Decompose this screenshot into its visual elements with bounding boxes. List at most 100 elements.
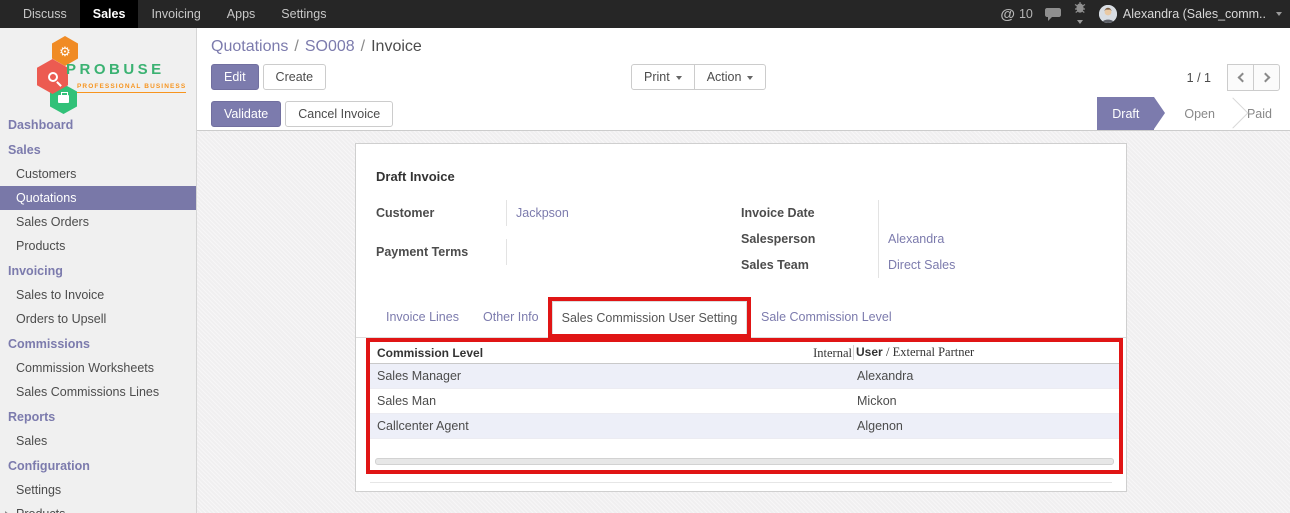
- customer-label: Customer: [376, 200, 506, 226]
- chevron-left-icon: [1237, 73, 1247, 83]
- sidebar-heading-dashboard[interactable]: Dashboard: [0, 112, 196, 137]
- notebook-tabs: Invoice Lines Other Info Sales Commissio…: [356, 297, 1126, 338]
- menu-invoicing[interactable]: Invoicing: [138, 0, 213, 28]
- menu-apps[interactable]: Apps: [214, 0, 269, 28]
- red-annotation-box-table: Commission Level Internal User / Externa…: [366, 338, 1123, 474]
- pager-previous-button[interactable]: [1227, 64, 1254, 91]
- content-area: Draft Invoice Customer Jackpson Payment …: [197, 131, 1290, 513]
- sidebar-item-sales-report[interactable]: Sales: [0, 429, 196, 453]
- sidebar-item-commission-worksheets[interactable]: Commission Worksheets: [0, 356, 196, 380]
- chat-icon[interactable]: [1045, 8, 1061, 21]
- sidebar-item-sales-to-invoice[interactable]: Sales to Invoice: [0, 283, 196, 307]
- cancel-invoice-button[interactable]: Cancel Invoice: [285, 101, 393, 127]
- pager-text: 1 / 1: [1187, 71, 1211, 85]
- sidebar-item-config-products[interactable]: Products: [0, 502, 196, 513]
- cell-commission-level[interactable]: Sales Man: [370, 394, 853, 408]
- table-body: Sales Manager Alexandra Sales Man Mickon…: [370, 364, 1119, 439]
- mentions-button[interactable]: @ 10: [1000, 6, 1033, 23]
- action-label: Action: [707, 70, 742, 84]
- header-label: Commission Level: [377, 346, 483, 360]
- breadcrumb-so008[interactable]: SO008: [305, 38, 355, 55]
- sales-team-label: Sales Team: [741, 252, 878, 278]
- mention-count: 10: [1019, 7, 1033, 21]
- menu-sales[interactable]: Sales: [80, 0, 139, 28]
- header-internal-part: Internal: [813, 346, 852, 361]
- payment-terms-label: Payment Terms: [376, 239, 506, 265]
- customer-value-link[interactable]: Jackpson: [506, 200, 721, 226]
- invoice-form-sheet: Draft Invoice Customer Jackpson Payment …: [355, 143, 1127, 492]
- sidebar-heading-invoicing[interactable]: Invoicing: [0, 258, 196, 283]
- breadcrumb: Quotations/SO008/Invoice: [211, 38, 1280, 56]
- statusbar: Validate Cancel Invoice Draft Open Paid: [197, 97, 1290, 131]
- table-row[interactable]: Sales Man Mickon: [370, 389, 1119, 414]
- sidebar-item-settings[interactable]: Settings: [0, 478, 196, 502]
- topbar-menus: Discuss Sales Invoicing Apps Settings: [0, 0, 339, 28]
- invoice-date-value: [878, 200, 1053, 226]
- sidebar-heading-sales[interactable]: Sales: [0, 137, 196, 162]
- sales-team-value-link[interactable]: Direct Sales: [878, 252, 1053, 278]
- pager: 1 / 1: [1187, 64, 1280, 91]
- header-user-part: User: [856, 345, 883, 359]
- debug-bug-icon[interactable]: [1073, 0, 1087, 28]
- probuse-logo: ⚙ PROBUSE PROFESSIONAL BUSINESS: [0, 28, 196, 112]
- status-steps: Draft Open Paid: [1097, 97, 1290, 130]
- commission-table: Commission Level Internal User / Externa…: [370, 342, 1119, 465]
- user-menu[interactable]: Alexandra (Sales_comm..: [1099, 5, 1282, 23]
- table-row[interactable]: Callcenter Agent Algenon: [370, 414, 1119, 439]
- validate-button[interactable]: Validate: [211, 101, 281, 127]
- invoice-date-label: Invoice Date: [741, 200, 878, 226]
- cell-user[interactable]: Mickon: [853, 394, 1119, 408]
- action-dropdown-button[interactable]: Action: [694, 64, 767, 90]
- cell-user[interactable]: Algenon: [853, 419, 1119, 433]
- table-row[interactable]: Sales Manager Alexandra: [370, 364, 1119, 389]
- sidebar-heading-configuration[interactable]: Configuration: [0, 453, 196, 478]
- sidebar-heading-reports[interactable]: Reports: [0, 404, 196, 429]
- tab-sale-commission-level[interactable]: Sale Commission Level: [761, 297, 892, 337]
- logo-subtitle: PROFESSIONAL BUSINESS: [77, 83, 186, 93]
- column-header-internal-user-external-partner: User / External Partner: [853, 345, 1119, 360]
- horizontal-scrollbar[interactable]: [375, 458, 1114, 465]
- print-dropdown-button[interactable]: Print: [631, 64, 695, 90]
- user-label: Alexandra (Sales_comm..: [1123, 7, 1266, 21]
- column-header-commission-level: Commission Level Internal: [370, 346, 853, 360]
- caret-down-icon: [1276, 12, 1282, 16]
- control-panel: Quotations/SO008/Invoice Edit Create Pri…: [197, 28, 1290, 97]
- at-icon: @: [1000, 6, 1015, 23]
- tab-sales-commission-user-setting[interactable]: Sales Commission User Setting: [552, 301, 747, 334]
- sidebar-item-orders-to-upsell[interactable]: Orders to Upsell: [0, 307, 196, 331]
- payment-terms-value: [506, 239, 721, 265]
- page-title: Draft Invoice: [376, 169, 455, 184]
- caret-down-icon: [747, 76, 753, 80]
- salesperson-value-link[interactable]: Alexandra: [878, 226, 1053, 252]
- pager-next-button[interactable]: [1253, 64, 1280, 91]
- menu-discuss[interactable]: Discuss: [10, 0, 80, 28]
- cell-commission-level[interactable]: Sales Manager: [370, 369, 853, 383]
- sidebar: ⚙ PROBUSE PROFESSIONAL BUSINESS Dashboar…: [0, 28, 197, 513]
- cell-commission-level[interactable]: Callcenter Agent: [370, 419, 853, 433]
- table-header-row: Commission Level Internal User / Externa…: [370, 342, 1119, 364]
- chevron-right-icon: [1260, 73, 1270, 83]
- sheet-divider: [370, 482, 1112, 483]
- sidebar-item-quotations[interactable]: Quotations: [0, 186, 196, 210]
- avatar: [1099, 5, 1117, 23]
- menu-settings[interactable]: Settings: [268, 0, 339, 28]
- caret-down-icon: [1077, 20, 1083, 24]
- sidebar-item-sales-commissions-lines[interactable]: Sales Commissions Lines: [0, 380, 196, 404]
- form-fields: Customer Jackpson Payment Terms Invoice …: [376, 200, 1053, 278]
- sidebar-item-customers[interactable]: Customers: [0, 162, 196, 186]
- status-step-draft[interactable]: Draft: [1097, 97, 1154, 130]
- edit-button[interactable]: Edit: [211, 64, 259, 90]
- sidebar-heading-commissions[interactable]: Commissions: [0, 331, 196, 356]
- sidebar-item-products[interactable]: Products: [0, 234, 196, 258]
- sidebar-item-sales-orders[interactable]: Sales Orders: [0, 210, 196, 234]
- cell-user[interactable]: Alexandra: [853, 369, 1119, 383]
- red-annotation-box-tab: Sales Commission User Setting: [548, 297, 751, 338]
- tab-invoice-lines[interactable]: Invoice Lines: [386, 297, 459, 337]
- header-partner-part: / External Partner: [886, 345, 974, 359]
- print-label: Print: [644, 70, 670, 84]
- breadcrumb-quotations[interactable]: Quotations: [211, 38, 288, 55]
- breadcrumb-separator: /: [294, 38, 298, 55]
- create-button[interactable]: Create: [263, 64, 327, 90]
- topbar: Discuss Sales Invoicing Apps Settings @ …: [0, 0, 1290, 28]
- tab-other-info[interactable]: Other Info: [483, 297, 539, 337]
